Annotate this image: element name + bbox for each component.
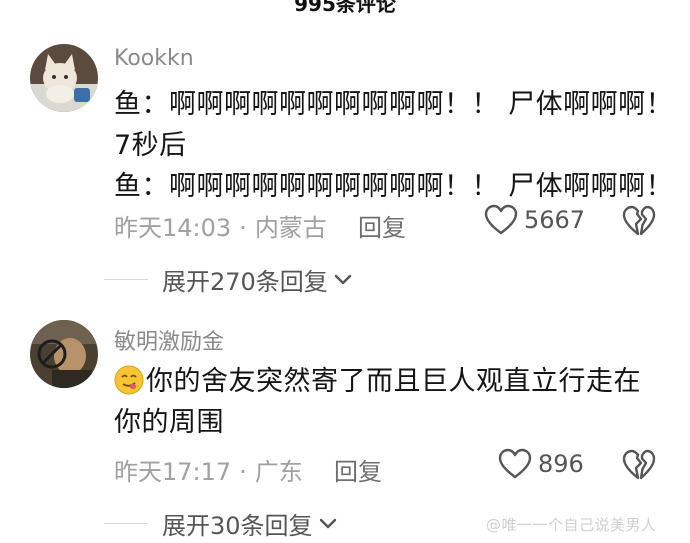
like-button[interactable]: 5667 — [484, 204, 585, 236]
comment-line: 鱼：啊啊啊啊啊啊啊啊啊啊！！ 尸体啊啊啊！ — [114, 89, 674, 120]
expand-replies-label: 展开30条回复 — [162, 512, 313, 540]
expand-replies-button[interactable]: 展开30条回复 — [104, 506, 337, 541]
comment-meta: 昨天14:03 · 内蒙古 — [114, 208, 327, 243]
heart-icon — [498, 448, 532, 479]
like-count: 5667 — [524, 206, 586, 234]
chevron-down-icon — [334, 274, 352, 284]
comment-time: 昨天17:17 — [114, 458, 232, 486]
comment-line: 你的舍友突然寄了而且巨人观直立行走在 — [114, 361, 674, 402]
divider — [104, 279, 148, 280]
divider — [104, 523, 148, 524]
heart-icon — [484, 204, 518, 235]
comments-count-title: 995条评论 — [294, 0, 396, 16]
dislike-button[interactable] — [622, 449, 656, 485]
expand-replies-label: 展开270条回复 — [162, 268, 328, 296]
emoji-smirk-tongue-icon — [114, 365, 144, 395]
comment-location: 内蒙古 — [254, 214, 327, 242]
expand-replies-button[interactable]: 展开270条回复 — [104, 262, 352, 297]
comment-text: 你的舍友突然寄了而且巨人观直立行走在 你的周围 — [114, 361, 674, 443]
watermark: @唯一一个自己说美男人 — [486, 516, 657, 534]
like-button[interactable]: 896 — [498, 448, 584, 480]
comment-location: 广东 — [254, 458, 303, 486]
comment-line: 7秒后 — [114, 130, 187, 161]
broken-heart-icon — [622, 205, 656, 236]
avatar[interactable] — [30, 44, 98, 112]
comment-line: 鱼：啊啊啊啊啊啊啊啊啊啊！！ 尸体啊啊啊！ — [114, 171, 674, 202]
chevron-down-icon — [319, 518, 336, 528]
reply-button[interactable]: 回复 — [334, 452, 382, 487]
dislike-button[interactable] — [622, 205, 656, 241]
username[interactable]: 敏明激励金 — [114, 324, 224, 356]
like-count: 896 — [538, 450, 584, 478]
avatar[interactable] — [30, 320, 98, 388]
comment-line-text: 你的舍友突然寄了而且巨人观直立行走在 — [146, 366, 641, 397]
broken-heart-icon — [622, 449, 656, 480]
comment-line: 你的周围 — [114, 407, 224, 438]
username[interactable]: Kookkn — [114, 46, 194, 71]
reply-button[interactable]: 回复 — [358, 208, 406, 243]
comment-meta: 昨天17:17 · 广东 — [114, 452, 303, 487]
meta-separator: · — [239, 458, 247, 486]
comment-text: 鱼：啊啊啊啊啊啊啊啊啊啊！！ 尸体啊啊啊！ 7秒后 鱼：啊啊啊啊啊啊啊啊啊啊！！… — [114, 84, 674, 207]
meta-separator: · — [239, 214, 247, 242]
comment-time: 昨天14:03 — [114, 214, 232, 242]
